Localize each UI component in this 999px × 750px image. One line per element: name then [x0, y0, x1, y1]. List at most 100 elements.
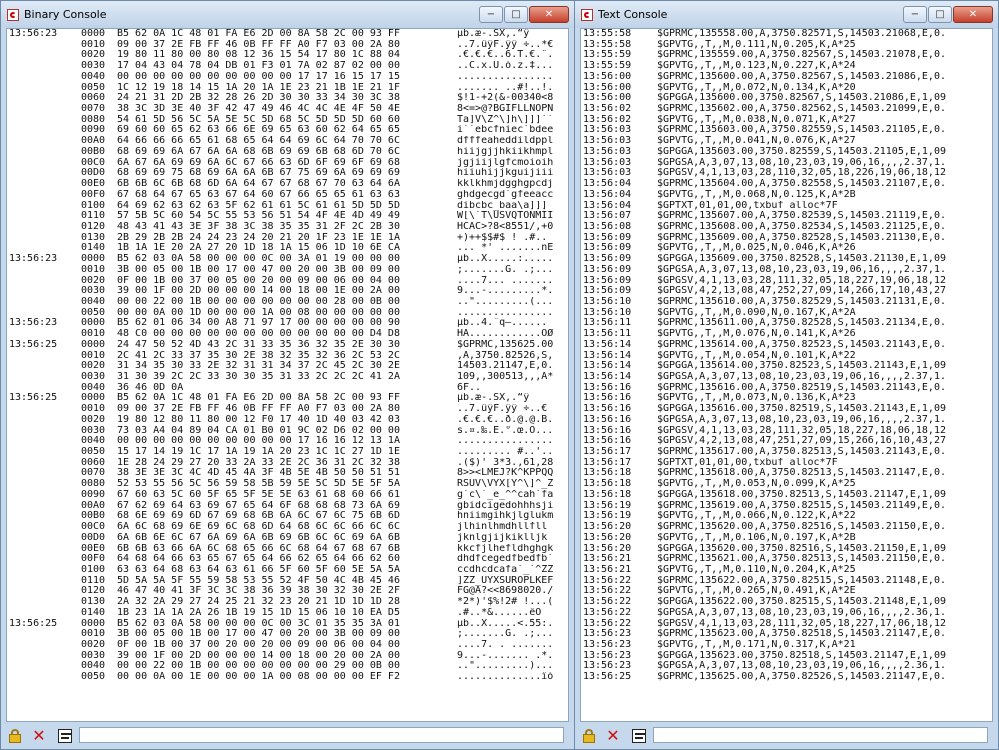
offset: 00F0 [81, 189, 106, 200]
app-icon[interactable] [7, 9, 19, 21]
clear-icon[interactable]: ✕ [605, 728, 621, 744]
nmea-sentence: $GPGGA,135618.00,3750.82513,S,14503.2114… [657, 489, 946, 500]
offset: 0040 [81, 382, 106, 393]
hex-row: 0080 54 61 5D 56 5C 5A 5E 5C 5D 68 5C 5D … [9, 115, 568, 126]
ascii-text: ....7... ....... [457, 275, 554, 286]
binary-console-titlebar[interactable]: Binary Console − □ ✕ [1, 1, 574, 28]
log-row: 13:56:04 $GPRMC,135604.00,A,3750.82558,S,… [583, 179, 992, 190]
timestamp: 13:56:17 [583, 457, 632, 468]
maximize-button[interactable]: □ [504, 6, 528, 23]
log-row: 13:56:09 $GPGSV,4,1,13,03,28,111,32,05,18… [583, 276, 992, 287]
hex-bytes: 69 60 60 65 62 63 66 6E 69 65 63 60 62 6… [117, 125, 400, 136]
timestamp [9, 136, 81, 147]
hex-bytes: 0F 00 1B 00 37 00 20 00 20 00 09 00 06 0… [117, 639, 400, 650]
hex-bytes: 52 53 55 56 5C 56 59 58 5B 59 5E 5C 5D 5… [117, 479, 400, 490]
hex-row: 0010 09 00 37 2E FB FF 46 0B FF FF A0 F7 … [9, 404, 568, 415]
app-icon[interactable] [581, 9, 593, 21]
send-input[interactable] [653, 727, 988, 743]
binary-console-output[interactable]: 13:56:23 0000 B5 62 0A 1C 48 01 FA E6 2D 0… [6, 28, 569, 722]
log-row: 13:56:23 $GPGGA,135623.00,3750.82518,S,14… [583, 651, 992, 662]
ascii-text: HÀ............ÔØ [457, 329, 554, 340]
ascii-text: ..C.x.Û.ó.z.‡... [457, 61, 554, 72]
offset: 0060 [81, 93, 106, 104]
timestamp [9, 168, 81, 179]
nmea-sentence: $GPVTG,,T,,M,0.072,N,0.134,K,A*20 [657, 82, 856, 93]
hex-row: 13:56:23 0000 B5 62 0A 1C 48 01 FA E6 2D 0… [9, 29, 568, 40]
ascii-text: hniimgihkjlglukm [457, 511, 554, 522]
offset: 0040 [81, 436, 106, 447]
text-console-titlebar[interactable]: Text Console − □ ✕ [575, 1, 998, 28]
ascii-text: ..".........(... [457, 296, 554, 307]
ascii-text: $GPRMC,135625.00 [457, 339, 554, 350]
timestamp [9, 501, 81, 512]
text-console-output[interactable]: 13:55:58 $GPRMC,135558.00,A,3750.82571,S,… [580, 28, 993, 722]
hex-row: 0140 1B 23 1A 1A 2A 26 1B 19 15 1D 15 06 … [9, 608, 568, 619]
nmea-sentence: $GPRMC,135609.00,A,3750.82528,S,14503.21… [657, 232, 946, 243]
close-button[interactable]: ✕ [953, 6, 993, 23]
hex-row: 13:56:23 0000 B5 62 01 06 34 00 A8 71 97 1… [9, 318, 568, 329]
log-row: 13:56:22 $GPGSA,A,3,07,13,08,10,23,03,19,… [583, 608, 992, 619]
maximize-button[interactable]: □ [928, 6, 952, 23]
log-row: 13:55:58 $GPRMC,135558.00,A,3750.82571,S,… [583, 29, 992, 40]
close-button[interactable]: ✕ [529, 6, 569, 23]
ascii-text: 9...-.........*. [457, 286, 554, 297]
capture-icon[interactable] [632, 729, 646, 743]
hex-bytes: 3B 00 05 00 1B 00 17 00 47 00 20 00 3B 0… [117, 264, 400, 275]
offset: 0060 [81, 457, 106, 468]
ascii-text: ................ [457, 307, 554, 318]
hex-row: 00D0 68 69 69 75 68 69 6A 6A 6B 67 75 69 … [9, 168, 568, 179]
offset: 0030 [81, 425, 106, 436]
timestamp: 13:56:00 [583, 93, 632, 104]
timestamp [9, 383, 81, 394]
timestamp: 13:56:03 [583, 157, 632, 168]
offset: 0020 [81, 414, 106, 425]
log-row: 13:56:20 $GPVTG,,T,,M,0.106,N,0.197,K,A*2… [583, 533, 992, 544]
nmea-sentence: $GPGGA,135614.00,3750.82523,S,14503.2114… [657, 361, 946, 372]
ascii-text: ccdhcdcafa`_`^ZZ [457, 564, 554, 575]
ascii-text: ;.......G. .;... [457, 629, 554, 640]
capture-icon[interactable] [58, 729, 72, 743]
timestamp [9, 468, 81, 479]
hex-bytes: 19 80 12 80 11 80 00 12 F0 17 40 1D 40 0… [117, 414, 400, 425]
timestamp [9, 83, 81, 94]
timestamp [9, 490, 81, 501]
hex-bytes: 00 00 00 00 00 00 00 00 00 00 17 16 16 1… [117, 436, 400, 447]
nmea-sentence: $GPVTG,,T,,M,0.025,N,0.046,K,A*26 [657, 243, 856, 254]
offset: 0020 [81, 275, 106, 286]
timestamp: 13:56:18 [583, 468, 632, 479]
offset: 0000 [81, 29, 106, 39]
timestamp [9, 93, 81, 104]
minimize-button[interactable]: − [903, 6, 927, 23]
hex-bytes: 24 21 31 2D 2B 32 28 26 2D 30 30 33 34 3… [117, 93, 400, 104]
hex-row: 00B0 68 69 69 6A 67 6A 6A 68 6B 69 69 6B … [9, 147, 568, 158]
timestamp: 13:56:18 [583, 479, 632, 490]
hex-row: 00F0 67 68 64 67 65 63 67 64 60 67 66 65 … [9, 190, 568, 201]
hex-bytes: 2B 29 2B 2B 24 24 23 24 20 21 20 1F 23 1… [117, 232, 400, 243]
hex-bytes: 6B 6B 63 66 6A 6C 68 65 66 6C 68 64 67 6… [117, 543, 400, 554]
nmea-sentence: $GPVTG,,T,,M,0.066,N,0.122,K,A*22 [657, 511, 856, 522]
timestamp [9, 629, 81, 640]
hex-row: 0120 46 47 40 41 3F 3C 3C 38 36 39 38 30 … [9, 586, 568, 597]
minimize-button[interactable]: − [479, 6, 503, 23]
clear-icon[interactable]: ✕ [31, 728, 47, 744]
hex-bytes: 6B 6B 6C 6B 68 6D 6A 64 67 67 68 67 70 6… [117, 179, 400, 190]
ascii-text: µb..X.....:..... [457, 254, 554, 265]
hex-bytes: 48 43 41 43 3E 3F 38 3C 38 35 35 31 2F 2… [117, 221, 400, 232]
offset: 0030 [81, 286, 106, 297]
timestamp [9, 586, 81, 597]
hex-row: 0020 0F 00 1B 00 37 00 05 00 20 00 09 00 … [9, 276, 568, 287]
send-input[interactable] [79, 727, 564, 743]
ascii-text: µb.æ-.ŠX,.“ÿ [457, 393, 530, 404]
offset: 0020 [81, 361, 106, 372]
log-row: 13:56:09 $GPVTG,,T,,M,0.025,N,0.046,K,A*2… [583, 243, 992, 254]
lock-icon[interactable] [8, 729, 24, 743]
lock-icon[interactable] [582, 729, 598, 743]
timestamp [9, 233, 81, 244]
ascii-text: .($)' 3*3.,61,28 [457, 457, 554, 468]
nmea-sentence: $GPGGA,135603.00,3750.82559,S,14503.2110… [657, 146, 946, 157]
timestamp: 13:55:58 [583, 39, 632, 50]
hex-row: 0090 69 60 60 65 62 63 66 6E 69 65 63 60 … [9, 125, 568, 136]
log-row: 13:56:20 $GPGGA,135620.00,3750.82516,S,14… [583, 544, 992, 555]
log-row: 13:56:19 $GPVTG,,T,,M,0.066,N,0.122,K,A*2… [583, 511, 992, 522]
timestamp: 13:56:16 [583, 382, 632, 393]
